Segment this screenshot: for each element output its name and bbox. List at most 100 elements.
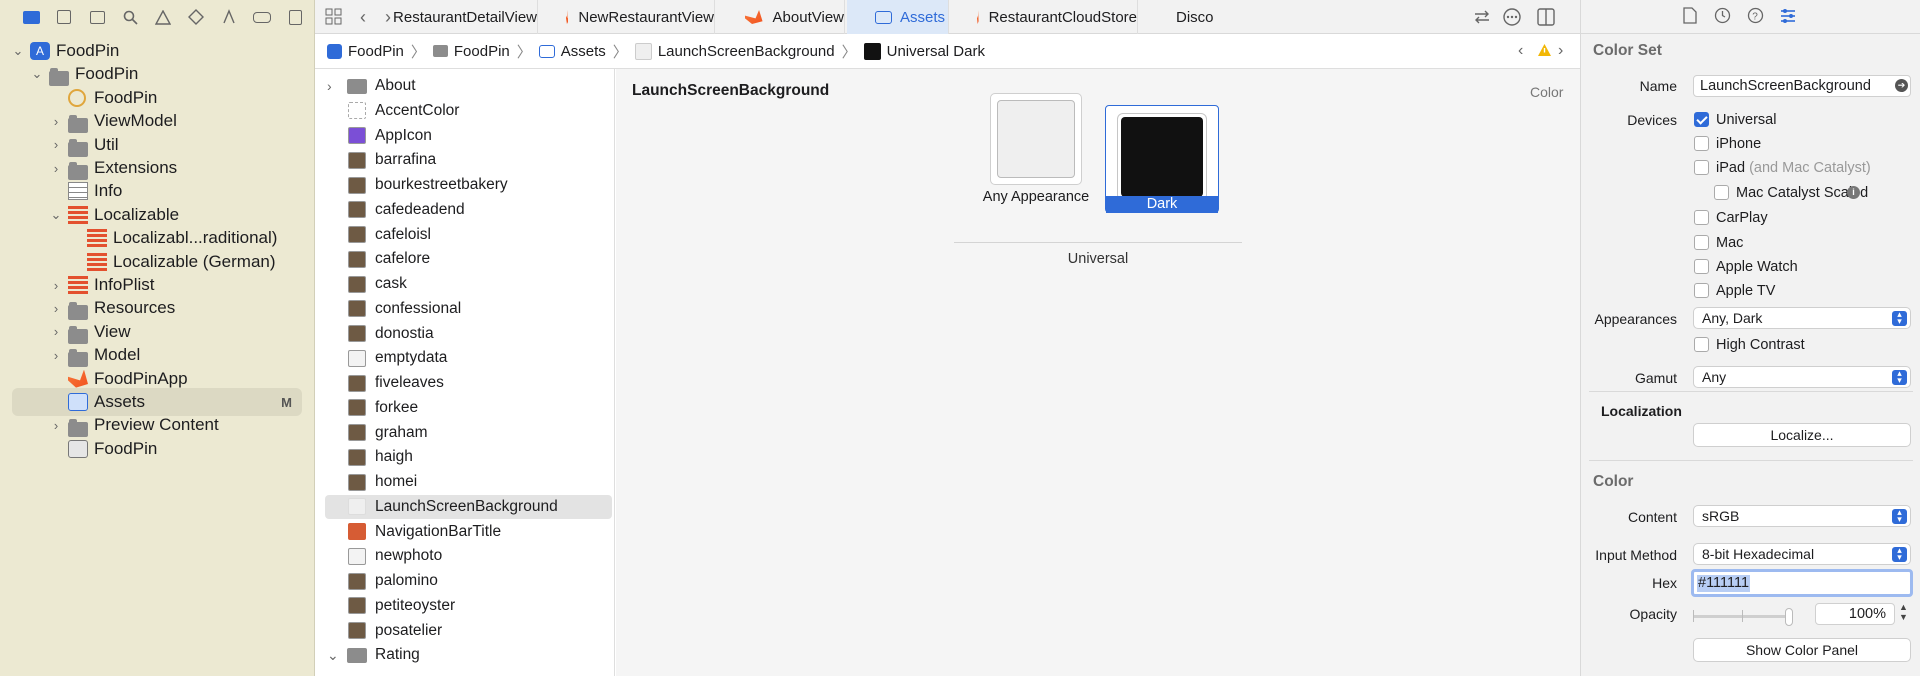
asset-item-graham[interactable]: graham (325, 421, 612, 445)
disclosure-open-icon[interactable]: ⌄ (50, 207, 62, 223)
device-checkbox-mac[interactable] (1694, 235, 1709, 250)
asset-item-newphoto[interactable]: newphoto (325, 544, 612, 568)
asset-item-cafelore[interactable]: cafelore (325, 247, 612, 271)
asset-item-cafedeadend[interactable]: cafedeadend (325, 198, 612, 222)
opacity-slider[interactable] (1693, 608, 1793, 626)
disclosure-closed-icon[interactable]: › (50, 114, 62, 129)
breadcrumb-item[interactable]: Assets 〉 (538, 41, 635, 62)
tab-assets[interactable]: Assets (847, 0, 949, 34)
high-contrast-checkbox[interactable] (1694, 337, 1709, 352)
opacity-slider-knob[interactable] (1785, 608, 1793, 626)
split-editor-icon[interactable] (1536, 7, 1556, 31)
asset-item-label: graham (375, 423, 428, 441)
disclosure-closed-icon[interactable]: › (50, 324, 62, 339)
device-checkbox-apple-watch[interactable] (1694, 259, 1709, 274)
asset-item-accentcolor[interactable]: AccentColor (325, 99, 612, 123)
breadcrumb-item[interactable]: Universal Dark (863, 42, 985, 60)
warning-icon[interactable] (1537, 43, 1552, 61)
gamut-popup[interactable]: Any ▴ ▾ (1693, 366, 1911, 388)
breakpoint-icon[interactable] (253, 8, 271, 26)
show-color-panel-button[interactable]: Show Color Panel (1693, 638, 1911, 662)
asset-item-rating[interactable]: ⌄ Rating (325, 643, 612, 667)
device-checkbox-ipad[interactable] (1694, 160, 1709, 175)
asset-item-fiveleaves[interactable]: fiveleaves (325, 371, 612, 395)
tab-aboutview[interactable]: AboutView (717, 0, 845, 34)
reveal-arrow-icon[interactable]: ➔ (1895, 79, 1908, 92)
tab-newrestaurantview[interactable]: NewRestaurantView (538, 0, 715, 34)
image-thumbnail-icon (348, 226, 366, 243)
info-icon[interactable]: i (1847, 186, 1860, 199)
asset-item-posatelier[interactable]: posatelier (325, 619, 612, 643)
tab-restaurantcloudstore[interactable]: RestaurantCloudStore (949, 0, 1138, 34)
test-icon[interactable] (187, 8, 205, 26)
file-inspector-icon[interactable] (1683, 7, 1697, 28)
breadcrumb-item[interactable]: FoodPin 〉 (327, 41, 433, 62)
tab-restaurantdetailview[interactable]: RestaurantDetailView (355, 0, 538, 34)
disclosure-closed-icon[interactable]: › (50, 301, 62, 316)
dark-appearance-swatch[interactable] (1121, 117, 1203, 197)
grid-icon[interactable] (325, 8, 343, 30)
dark-appearance-well[interactable]: Dark (1105, 105, 1219, 213)
disclosure-closed-icon[interactable]: › (50, 278, 62, 293)
asset-item-palomino[interactable]: palomino (325, 569, 612, 593)
asset-item-confessional[interactable]: confessional (325, 297, 612, 321)
appearances-popup[interactable]: Any, Dark ▴ ▾ (1693, 307, 1911, 329)
previous-issue-icon[interactable]: ‹ (1518, 42, 1523, 60)
navigator-item-foodpin[interactable]: FoodPin (12, 435, 302, 463)
any-appearance-swatch[interactable] (997, 100, 1075, 178)
asset-item-bourkestreetbakery[interactable]: bourkestreetbakery (325, 173, 612, 197)
asset-item-donostia[interactable]: donostia (325, 322, 612, 346)
breadcrumb-item[interactable]: LaunchScreenBackground 〉 (634, 41, 864, 62)
device-checkbox-apple-tv[interactable] (1694, 283, 1709, 298)
asset-item-launchscreenbackground[interactable]: LaunchScreenBackground (325, 494, 612, 519)
asset-item-about[interactable]: › About (325, 74, 612, 98)
asset-item-cask[interactable]: cask (325, 272, 612, 296)
symbol-icon[interactable] (88, 8, 106, 26)
name-field[interactable]: LaunchScreenBackground (1693, 75, 1911, 97)
disclosure-icon[interactable]: ⌄ (327, 647, 339, 664)
next-issue-icon[interactable]: › (1558, 42, 1563, 60)
disclosure-closed-icon[interactable]: › (50, 418, 62, 433)
issue-icon[interactable] (154, 8, 172, 26)
asset-item-emptydata[interactable]: emptydata (325, 346, 612, 370)
help-icon[interactable]: ? (1747, 7, 1764, 28)
debug-icon[interactable] (220, 8, 238, 26)
device-checkbox-mac-catalyst-scaled[interactable] (1714, 185, 1729, 200)
more-icon[interactable] (1502, 7, 1522, 31)
opacity-field[interactable]: 100% (1815, 603, 1895, 625)
hex-field[interactable]: #111111 (1691, 569, 1913, 597)
opacity-value: 100% (1848, 606, 1886, 622)
asset-item-forkee[interactable]: forkee (325, 396, 612, 420)
report-icon[interactable] (286, 8, 304, 26)
content-popup[interactable]: sRGB ▴ ▾ (1693, 505, 1911, 527)
device-checkbox-iphone[interactable] (1694, 136, 1709, 151)
asset-item-barrafina[interactable]: barrafina (325, 148, 612, 172)
search-icon[interactable] (121, 8, 139, 26)
swap-icon[interactable] (1473, 8, 1491, 30)
disclosure-open-icon[interactable]: ⌄ (12, 43, 24, 59)
asset-item-homei[interactable]: homei (325, 470, 612, 494)
disclosure-closed-icon[interactable]: › (50, 161, 62, 176)
disclosure-closed-icon[interactable]: › (50, 348, 62, 363)
folder-icon[interactable] (22, 8, 40, 26)
asset-item-petiteoyster[interactable]: petiteoyster (325, 594, 612, 618)
navigator-item-label: Model (94, 345, 141, 365)
source-control-icon[interactable] (55, 8, 73, 26)
disclosure-closed-icon[interactable]: › (50, 137, 62, 152)
device-checkbox-universal[interactable] (1694, 112, 1709, 127)
asset-item-haigh[interactable]: haigh (325, 445, 612, 469)
history-icon[interactable] (1714, 7, 1731, 28)
localize-button[interactable]: Localize... (1693, 423, 1911, 447)
input-method-popup[interactable]: 8-bit Hexadecimal ▴ ▾ (1693, 543, 1911, 565)
opacity-stepper[interactable]: ▲ ▼ (1899, 602, 1908, 622)
disclosure-icon[interactable]: › (327, 78, 332, 94)
asset-item-navigationbartitle[interactable]: NavigationBarTitle (325, 520, 612, 544)
attributes-inspector-icon[interactable] (1779, 7, 1797, 29)
asset-item-appicon[interactable]: AppIcon (325, 124, 612, 148)
breadcrumb-item[interactable]: FoodPin 〉 (432, 41, 539, 62)
tab-discov[interactable]: Discov (1138, 0, 1213, 34)
disclosure-open-icon[interactable]: ⌄ (31, 66, 43, 82)
device-checkbox-carplay[interactable] (1694, 210, 1709, 225)
any-appearance-well[interactable] (990, 93, 1082, 185)
asset-item-cafeloisl[interactable]: cafeloisl (325, 223, 612, 247)
